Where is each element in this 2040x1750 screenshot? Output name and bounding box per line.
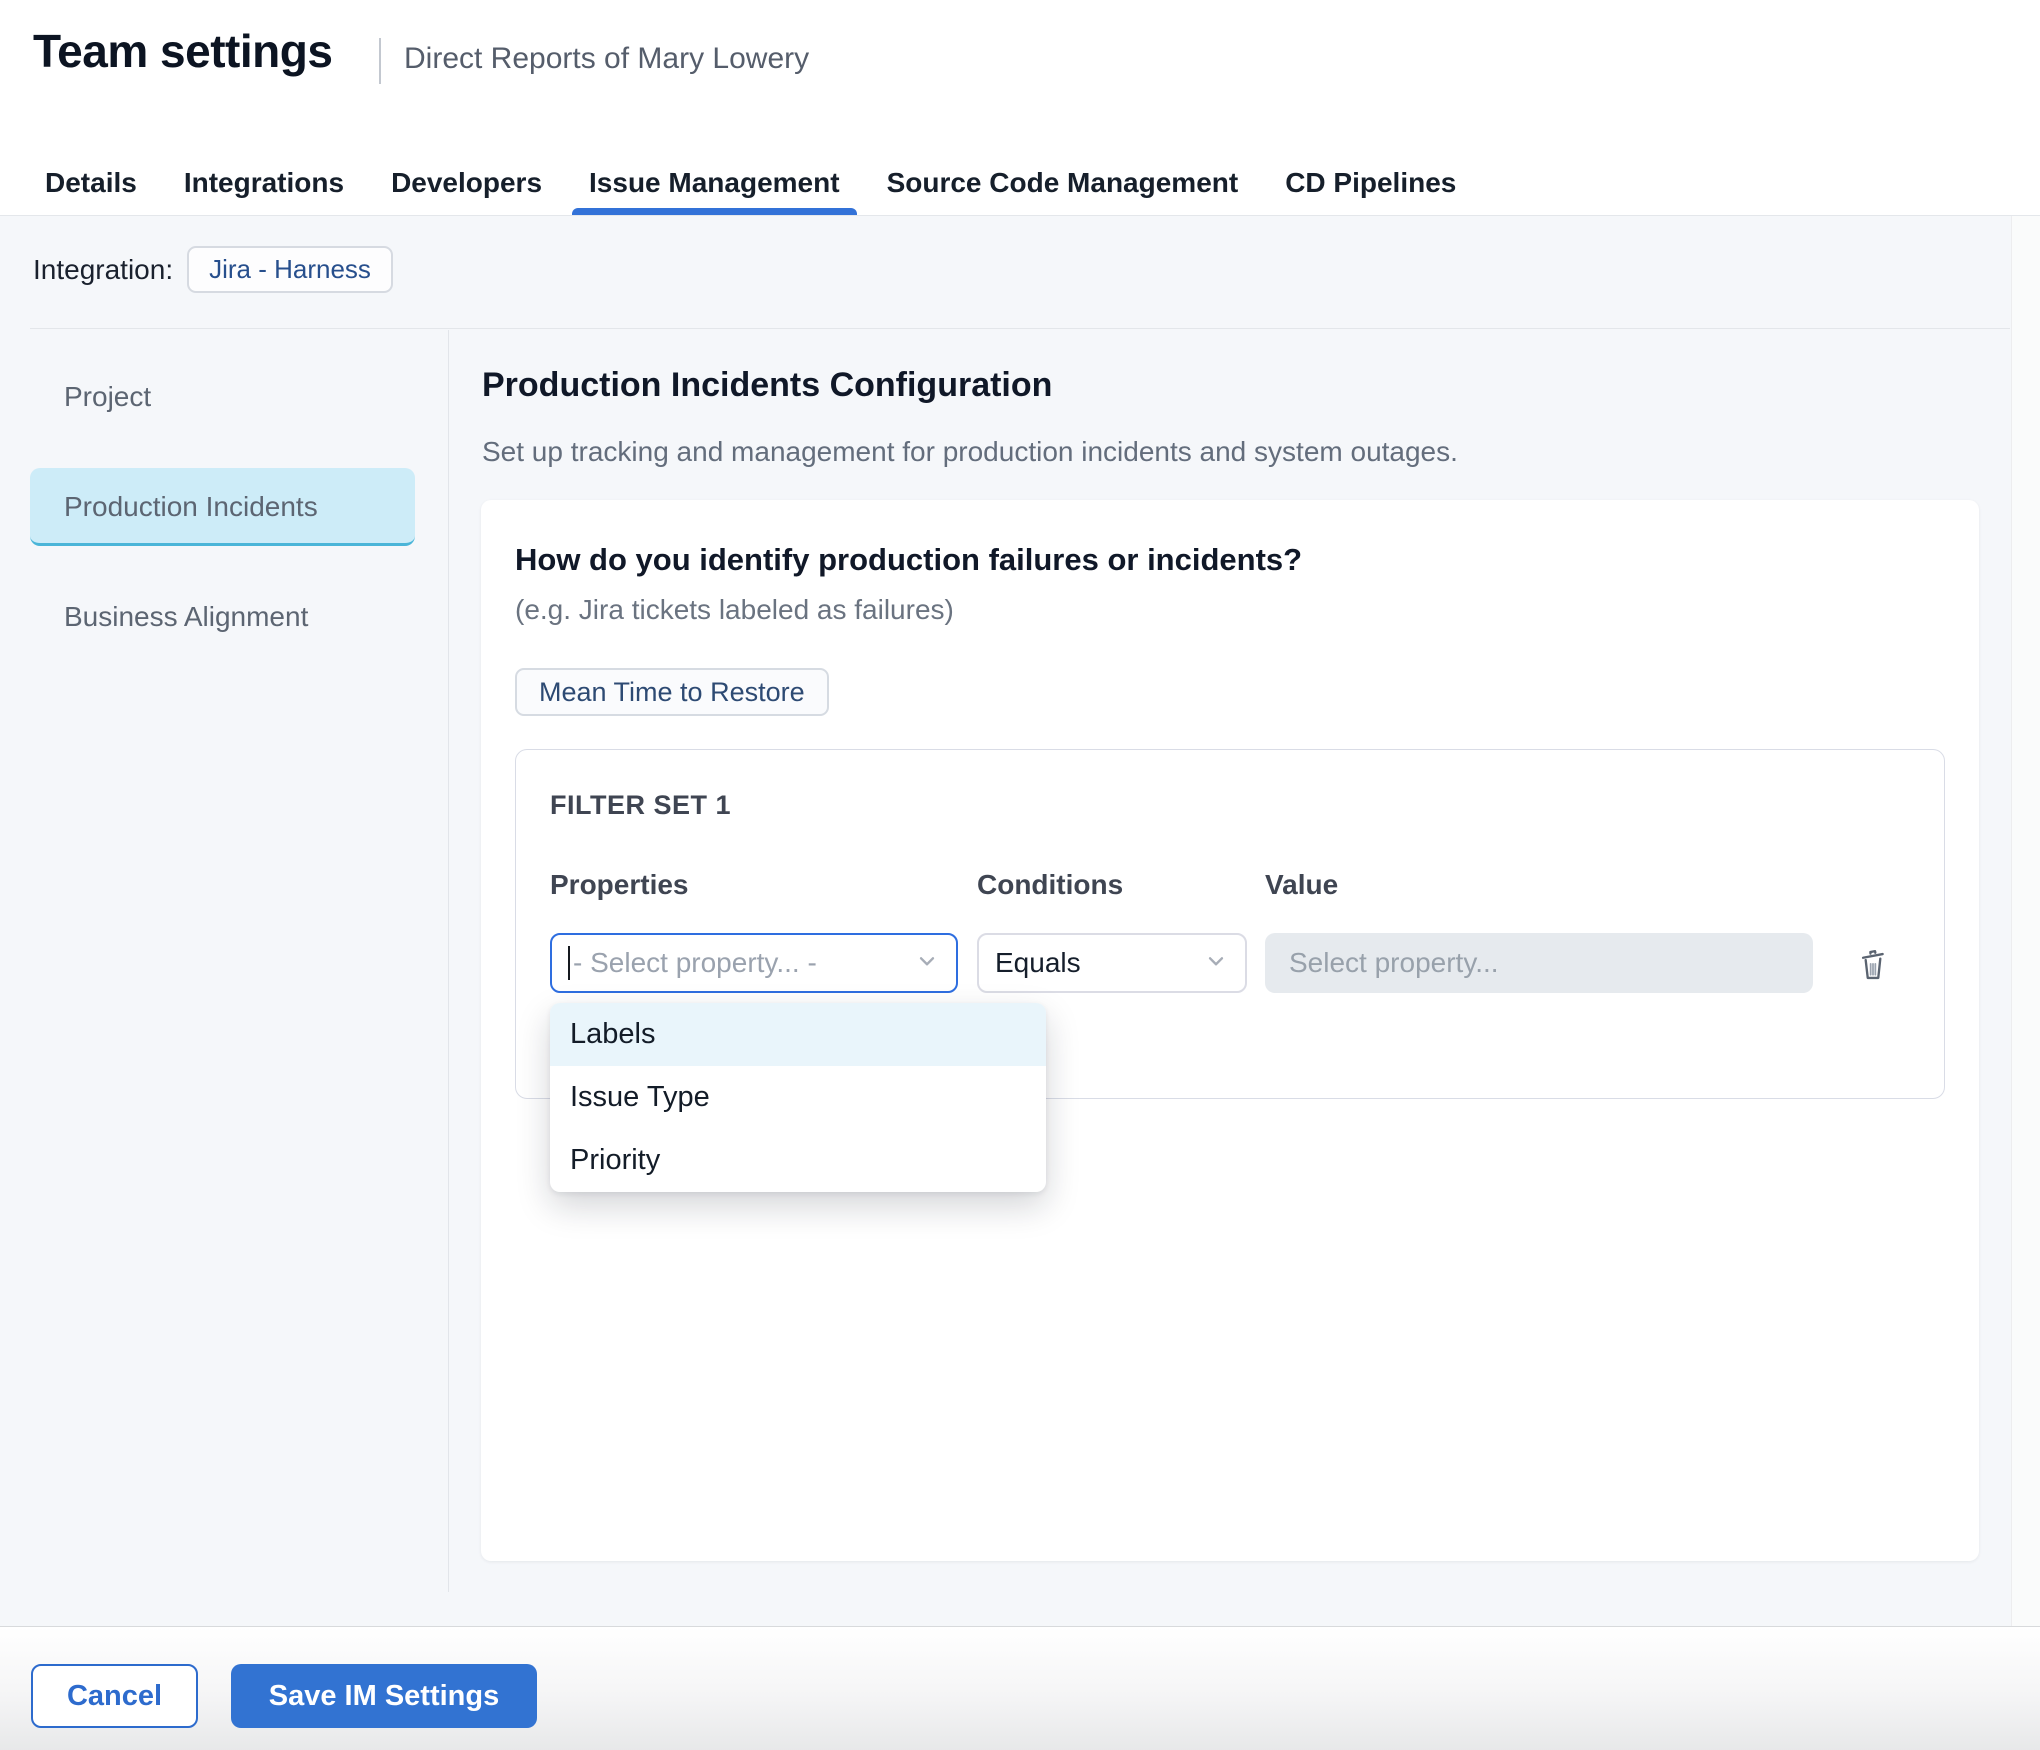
condition-select[interactable]: Equals (977, 933, 1247, 993)
mean-time-to-restore-chip[interactable]: Mean Time to Restore (515, 668, 829, 716)
tab-issue-management[interactable]: Issue Management (572, 151, 857, 215)
cancel-button[interactable]: Cancel (31, 1664, 198, 1728)
team-settings-page: Team settings Direct Reports of Mary Low… (0, 0, 2040, 1750)
filter-set-1: FILTER SET 1 Properties Conditions Value… (515, 749, 1945, 1099)
tab-integrations[interactable]: Integrations (167, 151, 361, 215)
tab-developers[interactable]: Developers (374, 151, 559, 215)
integration-label: Integration: (33, 254, 173, 286)
property-select-placeholder: - Select property... - (573, 947, 914, 979)
chevron-down-icon (914, 948, 940, 979)
dropdown-option-issue-type[interactable]: Issue Type (550, 1066, 1046, 1129)
conditions-column-label: Conditions (977, 869, 1265, 901)
sidebar-item-production-incidents[interactable]: Production Incidents (30, 468, 415, 546)
footer-bar: Cancel Save IM Settings (0, 1626, 2040, 1750)
section-subtitle: Set up tracking and management for produ… (482, 436, 1458, 468)
tab-details[interactable]: Details (28, 151, 154, 215)
value-column-label: Value (1265, 869, 1910, 901)
trash-icon (1855, 970, 1891, 985)
properties-column-label: Properties (550, 869, 977, 901)
text-cursor (568, 946, 570, 980)
value-input[interactable] (1265, 933, 1813, 993)
chevron-down-icon (1203, 948, 1229, 979)
tab-bar: Details Integrations Developers Issue Ma… (28, 151, 1486, 215)
page-header: Team settings Direct Reports of Mary Low… (0, 0, 2040, 216)
condition-select-value: Equals (995, 947, 1203, 979)
tab-cd-pipelines[interactable]: CD Pipelines (1268, 151, 1473, 215)
section-title: Production Incidents Configuration (482, 366, 1052, 405)
tab-source-code-management[interactable]: Source Code Management (870, 151, 1256, 215)
integration-row: Integration: Jira - Harness (33, 246, 393, 293)
question-heading: How do you identify production failures … (515, 542, 1945, 578)
sidebar-item-business-alignment[interactable]: Business Alignment (30, 578, 415, 656)
page-subtitle: Direct Reports of Mary Lowery (404, 42, 809, 76)
incidents-config-card: How do you identify production failures … (481, 500, 1979, 1561)
filter-column-headers: Properties Conditions Value (550, 869, 1910, 901)
horizontal-divider (30, 328, 2010, 329)
property-select[interactable]: - Select property... - Labels Issue Type… (550, 933, 958, 993)
sidebar-item-project[interactable]: Project (30, 358, 415, 436)
integration-chip[interactable]: Jira - Harness (187, 246, 393, 293)
delete-filter-button[interactable] (1851, 940, 1895, 986)
page-title: Team settings (33, 24, 332, 78)
save-im-settings-button[interactable]: Save IM Settings (231, 1664, 537, 1728)
sidebar-divider (448, 330, 449, 1592)
filter-row: - Select property... - Labels Issue Type… (550, 933, 1910, 993)
property-dropdown: Labels Issue Type Priority (550, 1003, 1046, 1192)
dropdown-option-labels[interactable]: Labels (550, 1003, 1046, 1066)
question-hint: (e.g. Jira tickets labeled as failures) (515, 594, 1945, 626)
title-separator (379, 38, 381, 84)
filter-set-title: FILTER SET 1 (550, 790, 1910, 821)
dropdown-option-priority[interactable]: Priority (550, 1129, 1046, 1192)
vertical-scrollbar[interactable] (2011, 216, 2040, 1626)
settings-sidebar: Project Production Incidents Business Al… (30, 358, 415, 688)
settings-body: Integration: Jira - Harness Project Prod… (0, 216, 2040, 1626)
